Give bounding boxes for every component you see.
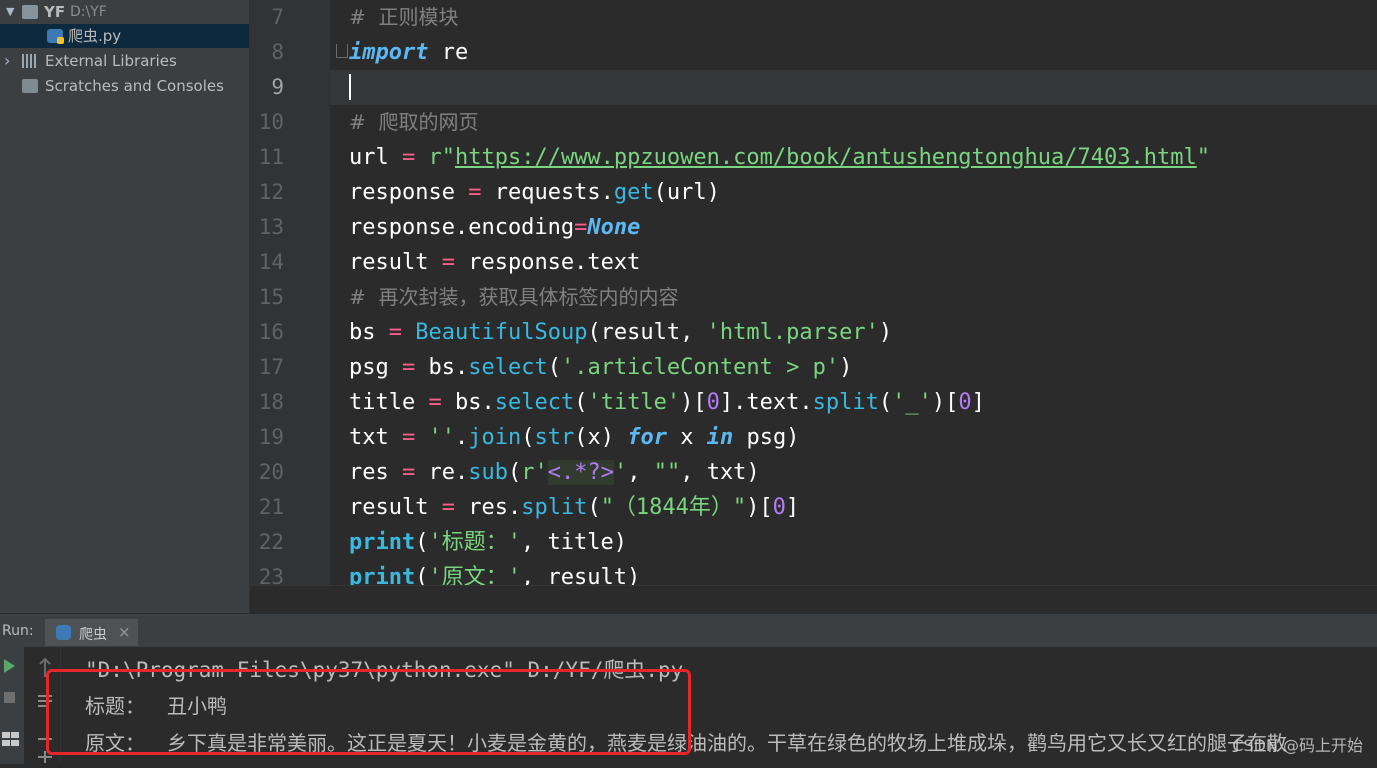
current-line-highlight bbox=[330, 70, 1377, 105]
code-line: result = response.text bbox=[349, 250, 641, 275]
root-folder-name: YF bbox=[44, 3, 66, 21]
code-line: response = requests.get(url) bbox=[349, 180, 720, 205]
python-icon bbox=[56, 625, 71, 640]
more-icon bbox=[38, 751, 52, 763]
scroll-up-icon bbox=[39, 657, 51, 677]
watermark: CSDN @码上开始 bbox=[1232, 736, 1363, 755]
code-line: txt = ''.join(str(x) for x in psg) bbox=[349, 425, 800, 450]
output-text-label: 原文： bbox=[85, 731, 145, 755]
run-label: Run: bbox=[2, 623, 34, 639]
code-line: # 再次封装，获取具体标签内的内容 bbox=[349, 285, 679, 309]
line-number: 14 bbox=[258, 250, 284, 274]
editor-bottom-strip bbox=[250, 585, 1377, 614]
tree-item-external-libraries[interactable]: › External Libraries bbox=[0, 49, 249, 73]
chevron-down-icon[interactable]: ▼ bbox=[6, 0, 16, 24]
run-toolbar-icons bbox=[2, 659, 19, 746]
line-number: 19 bbox=[258, 425, 284, 449]
code-line: result = res.split("（1844年）")[0] bbox=[349, 495, 800, 520]
code-line: res = re.sub(r'<.*?>', "", txt) bbox=[349, 460, 760, 485]
python-file-icon bbox=[47, 29, 64, 44]
chevron-right-icon[interactable]: › bbox=[4, 49, 14, 73]
line-number: 7 bbox=[271, 5, 284, 29]
code-editor[interactable]: # 正则模块 import re # 爬取的网页 url = r"https:/… bbox=[330, 0, 1377, 585]
code-line: # 正则模块 bbox=[349, 5, 459, 29]
console-output-title: 标题： 丑小鸭 bbox=[85, 690, 227, 719]
soft-wrap-icon bbox=[38, 695, 52, 707]
code-line: url = r"https://www.ppzuowen.com/book/an… bbox=[349, 145, 1210, 170]
line-number: 13 bbox=[258, 215, 284, 239]
line-number: 16 bbox=[258, 320, 284, 344]
console-toolbar-icons bbox=[38, 657, 52, 763]
tree-item-file[interactable]: 爬虫.py bbox=[0, 24, 249, 48]
file-name: 爬虫.py bbox=[68, 27, 122, 45]
external-libraries-label: External Libraries bbox=[45, 52, 177, 70]
run-panel-header: Run: 爬虫 × bbox=[0, 613, 1377, 648]
console-command: "D:\Program Files\py37\python.exe" D:/YF… bbox=[85, 658, 684, 682]
stop-icon bbox=[4, 692, 15, 703]
line-number: 11 bbox=[258, 145, 284, 169]
line-number-gutter: 7 8 9 10 11 12 13 14 15 16 17 18 19 20 2… bbox=[250, 0, 330, 589]
code-line: # 爬取的网页 bbox=[349, 110, 479, 134]
code-line: import re bbox=[349, 40, 469, 65]
root-folder-path: D:\YF bbox=[70, 4, 107, 20]
run-tab-name: 爬虫 bbox=[79, 627, 107, 643]
line-number: 20 bbox=[258, 460, 284, 484]
close-icon[interactable]: × bbox=[118, 623, 131, 641]
line-number-current: 9 bbox=[271, 75, 284, 99]
folder-icon bbox=[22, 5, 38, 19]
url-link[interactable]: https://www.ppzuowen.com/book/antushengt… bbox=[455, 145, 1197, 170]
code-line: bs = BeautifulSoup(result, 'html.parser'… bbox=[349, 320, 893, 345]
layout-icon bbox=[2, 732, 10, 738]
libraries-icon bbox=[22, 54, 38, 68]
line-number: 22 bbox=[258, 530, 284, 554]
line-number: 12 bbox=[258, 180, 284, 204]
output-text-value: 乡下真是非常美丽。这正是夏天！小麦是金黄的，燕麦是绿油油的。干草在绿色的牧场上堆… bbox=[167, 731, 1287, 755]
output-title-label: 标题： bbox=[85, 694, 145, 718]
line-number: 8 bbox=[271, 40, 284, 64]
code-line: print('标题：', title) bbox=[349, 530, 627, 555]
tree-item-scratches[interactable]: Scratches and Consoles bbox=[0, 74, 249, 98]
code-line: response.encoding=None bbox=[349, 215, 641, 240]
run-tab[interactable]: 爬虫 × bbox=[45, 619, 138, 646]
code-line: title = bs.select('title')[0].text.split… bbox=[349, 390, 985, 415]
text-caret bbox=[349, 74, 351, 100]
console-toolbar bbox=[24, 647, 61, 764]
fold-marker-icon[interactable] bbox=[336, 44, 348, 58]
rerun-icon bbox=[4, 659, 15, 673]
line-number: 21 bbox=[258, 495, 284, 519]
tree-root-folder[interactable]: ▼ YF D:\YF bbox=[0, 0, 249, 24]
project-sidebar: ▼ YF D:\YF 爬虫.py › External Libraries Sc… bbox=[0, 0, 250, 613]
code-line: psg = bs.select('.articleContent > p') bbox=[349, 355, 853, 380]
line-number: 15 bbox=[258, 285, 284, 309]
code-line: print('原文：', result) bbox=[349, 565, 641, 585]
line-number: 10 bbox=[258, 110, 284, 134]
line-number: 18 bbox=[258, 390, 284, 414]
line-number: 17 bbox=[258, 355, 284, 379]
scratches-icon bbox=[22, 79, 38, 93]
scratches-label: Scratches and Consoles bbox=[45, 77, 224, 95]
run-toolbar bbox=[0, 647, 24, 764]
output-title-value: 丑小鸭 bbox=[167, 694, 227, 718]
console-output-text: 原文： 乡下真是非常美丽。这正是夏天！小麦是金黄的，燕麦是绿油油的。干草在绿色的牧… bbox=[85, 727, 1287, 756]
